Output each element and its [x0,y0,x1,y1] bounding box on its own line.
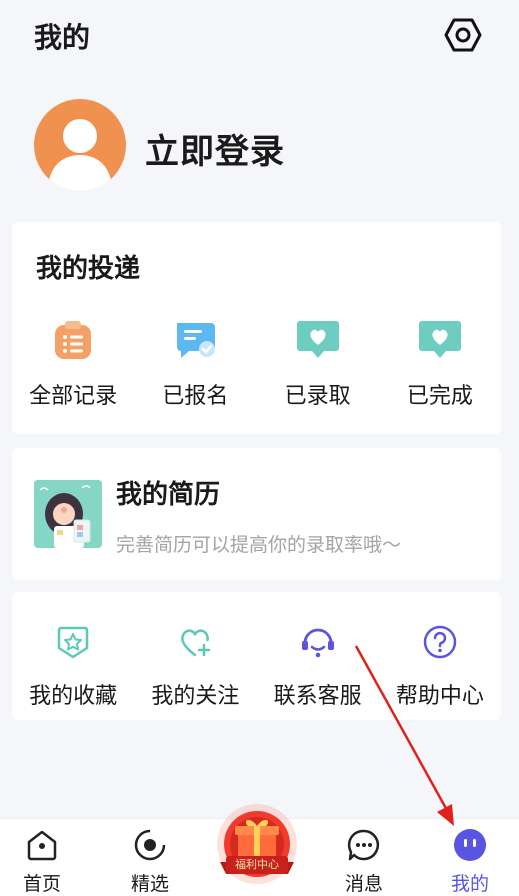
gift-box-icon [217,804,297,884]
heart-plus-icon [171,620,219,664]
delivery-grid: 全部记录 已报名 已录取 已完成 [12,318,501,410]
profile-section[interactable]: 立即登录 [0,96,519,206]
tab-label: 消息 [344,873,383,895]
message-check-icon [171,318,219,362]
service-item-label: 帮助中心 [395,684,484,709]
home-icon [24,827,60,863]
resume-card[interactable]: 我的简历 完善简历可以提高你的录取率哦～ [12,448,501,580]
benefits-center-button[interactable]: 福利中心 [210,800,304,892]
delivery-item-label: 已录取 [284,384,351,409]
tab-featured[interactable]: 精选 [110,819,190,896]
delivery-item-label: 全部记录 [29,384,118,409]
benefits-center-label: 福利中心 [226,856,288,874]
mine-icon [452,827,488,863]
resume-title: 我的简历 [116,480,221,510]
star-bookmark-icon [49,620,97,664]
headset-icon [294,620,342,664]
tab-home[interactable]: 首页 [2,819,82,896]
delivery-item-admitted[interactable]: 已录取 [257,318,379,410]
message-icon [346,827,382,863]
tab-label: 首页 [22,873,61,895]
delivery-title: 我的投递 [36,254,141,284]
delivery-item-completed[interactable]: 已完成 [379,318,501,410]
resume-illustration [34,480,102,548]
tab-label: 我的 [450,873,489,895]
services-grid: 我的收藏 我的关注 联系客服 帮助中心 [12,620,501,710]
heart-chat-icon [416,318,464,362]
service-item-following[interactable]: 我的关注 [134,620,256,710]
header: 我的 [0,0,519,72]
service-item-label: 联系客服 [273,684,362,709]
service-item-favorites[interactable]: 我的收藏 [12,620,134,710]
services-card: 我的收藏 我的关注 联系客服 帮助中心 [12,592,501,720]
delivery-item-all[interactable]: 全部记录 [12,318,134,410]
featured-icon [132,827,168,863]
service-item-help-center[interactable]: 帮助中心 [379,620,501,710]
delivery-item-label: 已完成 [406,384,473,409]
heart-chat-icon [294,318,342,362]
clipboard-list-icon [49,318,97,362]
login-link[interactable]: 立即登录 [145,124,285,173]
tab-mine[interactable]: 我的 [430,819,510,896]
page-title: 我的 [34,21,91,54]
delivery-item-registered[interactable]: 已报名 [134,318,256,410]
tab-messages[interactable]: 消息 [324,819,404,896]
tab-label: 精选 [130,873,169,895]
avatar[interactable] [34,99,126,191]
delivery-card: 我的投递 全部记录 已报名 已录取 已完成 [12,222,501,434]
resume-subtitle: 完善简历可以提高你的录取率哦～ [116,534,402,556]
question-circle-icon [416,620,464,664]
service-item-label: 我的关注 [151,684,240,709]
settings-hex-icon[interactable] [444,16,482,54]
delivery-item-label: 已报名 [162,384,229,409]
service-item-customer-service[interactable]: 联系客服 [257,620,379,710]
service-item-label: 我的收藏 [29,684,118,709]
